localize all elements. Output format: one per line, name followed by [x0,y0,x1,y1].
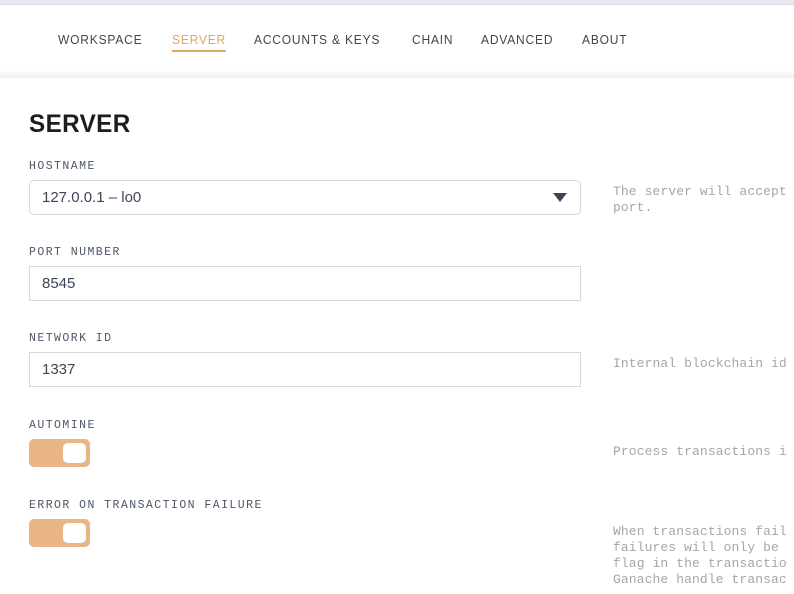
error-description-line-4: Ganache handle transac [613,572,787,587]
hostname-select-wrap[interactable]: 127.0.0.1 – lo0 [29,180,581,215]
hostname-label: HOSTNAME [29,160,96,173]
field-row-network-id-right: Internal blockchain id [613,356,794,372]
field-row-hostname-left: HOSTNAME 127.0.0.1 – lo0 [29,160,581,215]
network-id-input[interactable]: 1337 [29,352,581,387]
hostname-description-line-1: The server will accept [613,184,787,199]
network-id-label: NETWORK ID [29,332,113,345]
tab-accounts-keys[interactable]: ACCOUNTS & KEYS [254,33,380,52]
field-row-error-left: ERROR ON TRANSACTION FAILURE [29,499,581,547]
error-on-transaction-failure-label: ERROR ON TRANSACTION FAILURE [29,499,263,512]
port-number-input[interactable]: 8545 [29,266,581,301]
window-title-strip [0,0,794,5]
automine-label: AUTOMINE [29,419,96,432]
error-description-line-2: failures will only be [613,540,779,555]
tab-workspace[interactable]: WORKSPACE [58,33,142,52]
error-description-line-1: When transactions fail [613,524,787,539]
tab-server[interactable]: SERVER [172,32,227,52]
field-row-error-right: When transactions fail failures will onl… [613,524,794,588]
settings-tabbar: WORKSPACE SERVER ACCOUNTS & KEYS CHAIN A… [0,6,794,78]
field-row-hostname-right: The server will accept port. [613,184,794,216]
tab-server-label: SERVER [172,32,227,47]
server-settings-panel: SERVER HOSTNAME 127.0.0.1 – lo0 The serv… [0,82,794,594]
tab-chain[interactable]: CHAIN [412,33,453,52]
automine-toggle[interactable] [29,439,90,467]
port-number-label: PORT NUMBER [29,246,121,259]
hostname-select[interactable]: 127.0.0.1 – lo0 [29,180,581,215]
tab-about[interactable]: ABOUT [582,33,627,52]
field-row-network-id-left: NETWORK ID 1337 [29,332,581,387]
tab-workspace-label: WORKSPACE [58,32,143,47]
automine-toggle-knob [63,443,86,463]
tab-accounts-keys-label: ACCOUNTS & KEYS [254,32,381,47]
field-row-automine-right: Process transactions i [613,444,794,460]
hostname-description-line-2: port. [613,200,653,215]
automine-description-line-1: Process transactions i [613,444,787,459]
error-description-line-3: flag in the transactio [613,556,787,571]
page-title: SERVER [29,110,131,138]
field-row-port-number-left: PORT NUMBER 8545 [29,246,581,301]
error-on-transaction-failure-toggle[interactable] [29,519,90,547]
tab-about-label: ABOUT [582,32,628,47]
tab-advanced-label: ADVANCED [480,32,554,47]
network-id-description-line-1: Internal blockchain id [613,356,787,371]
tab-advanced[interactable]: ADVANCED [481,33,553,52]
ganache-settings-window: WORKSPACE SERVER ACCOUNTS & KEYS CHAIN A… [0,0,794,594]
error-on-transaction-failure-toggle-knob [63,523,86,543]
field-row-automine-left: AUTOMINE [29,419,581,467]
tab-chain-label: CHAIN [411,32,454,47]
